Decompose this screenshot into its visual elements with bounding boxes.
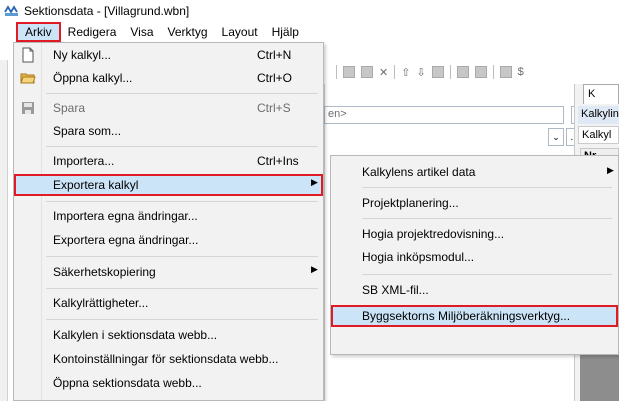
submenu-arrow-icon: ▶ — [311, 264, 318, 274]
submenu-item-sb-xml[interactable]: SB XML-fil... — [331, 279, 618, 301]
submenu-item-hogia-inkopsmodul[interactable]: Hogia inköpsmodul... — [331, 246, 618, 268]
menu-item-spara-som[interactable]: Spara som... — [14, 120, 323, 142]
menu-item-spara[interactable]: Spara Ctrl+S — [14, 97, 323, 119]
toolbar-move-up-icon[interactable]: ⇧ — [401, 66, 410, 79]
submenu-item-label: Kalkylens artikel data — [362, 165, 476, 179]
menu-item-label: Kontoinställningar för sektionsdata webb… — [53, 352, 279, 366]
menu-item-ny-kalkyl[interactable]: Ny kalkyl... Ctrl+N — [14, 44, 323, 66]
menu-bar: Arkiv Redigera Visa Verktyg Layout Hjälp — [0, 22, 619, 42]
menu-item-exportera-egna[interactable]: Exportera egna ändringar... — [14, 229, 323, 251]
menu-item-label: Öppna kalkyl... — [53, 71, 133, 85]
toolbar-currency-icon[interactable]: $ — [518, 66, 524, 78]
menu-item-sakerhetskopiering[interactable]: Säkerhetskopiering ▶ — [14, 261, 323, 283]
menu-item-kalkylrattigheter[interactable]: Kalkylrättigheter... — [14, 292, 323, 314]
submenu-item-hogia-projektredovisning[interactable]: Hogia projektredovisning... — [331, 223, 618, 245]
toolbar-separator — [449, 65, 451, 79]
arkiv-menu: Ny kalkyl... Ctrl+N Öppna kalkyl... Ctrl… — [13, 42, 324, 401]
menu-item-label: Exportera kalkyl — [53, 178, 139, 192]
export-submenu: Kalkylens artikel data ▶ Projektplanerin… — [330, 155, 619, 355]
menu-separator — [362, 274, 612, 275]
submenu-arrow-icon: ▶ — [607, 165, 614, 175]
submenu-arrow-icon: ▶ — [311, 177, 318, 187]
save-icon — [22, 102, 34, 114]
menu-item-kalkylen-webb[interactable]: Kalkylen i sektionsdata webb... — [14, 324, 323, 346]
kalkyl-label: Kalkyl — [578, 126, 619, 144]
toolbar-paste-icon[interactable] — [361, 66, 373, 78]
tab-kalkyl-label: K — [588, 88, 596, 100]
menu-item-shortcut: Ctrl+Ins — [257, 154, 299, 168]
combo-dropdown-icon[interactable]: ⌄ — [548, 128, 564, 146]
submenu-item-label: SB XML-fil... — [362, 283, 429, 297]
submenu-item-projektplanering[interactable]: Projektplanering... — [331, 192, 618, 214]
menu-item-shortcut: Ctrl+N — [257, 48, 292, 62]
title-bar: Sektionsdata - [Villagrund.wbn] — [0, 0, 619, 22]
toolbar: ✕ ⇧ ⇩ $ — [324, 60, 619, 84]
menu-separator — [46, 288, 318, 289]
open-folder-icon — [20, 73, 36, 84]
menu-layout[interactable]: Layout — [215, 22, 265, 42]
submenu-item-artikel-data[interactable]: Kalkylens artikel data ▶ — [331, 161, 618, 183]
window-title: Sektionsdata - [Villagrund.wbn] — [24, 4, 190, 18]
menu-item-label: Importera... — [53, 154, 115, 168]
menu-item-label: Spara som... — [53, 124, 122, 138]
kalkylin-label: Kalkylin — [578, 106, 619, 124]
submenu-item-label: Byggsektorns Miljöberäkningsverktyg... — [362, 309, 571, 323]
menu-item-importera[interactable]: Importera... Ctrl+Ins — [14, 150, 323, 172]
filter-field[interactable]: en> — [324, 106, 564, 124]
menu-separator — [46, 319, 318, 320]
menu-item-label: Öppna sektionsdata webb... — [53, 376, 202, 390]
menu-separator — [46, 256, 318, 257]
menu-item-importera-egna[interactable]: Importera egna ändringar... — [14, 205, 323, 227]
tab-kalkyl[interactable]: K — [583, 84, 619, 104]
menu-redigera[interactable]: Redigera — [61, 22, 124, 42]
toolbar-tool2-icon[interactable] — [474, 66, 487, 78]
toolbar-move-down-icon[interactable]: ⇩ — [416, 66, 425, 79]
menu-separator — [362, 187, 612, 188]
toolbar-separator — [336, 65, 337, 79]
toolbar-tool-icon[interactable] — [456, 66, 469, 78]
menu-separator — [46, 146, 318, 147]
menu-item-exportera-kalkyl[interactable]: Exportera kalkyl ▶ — [14, 174, 323, 196]
menu-hjalp[interactable]: Hjälp — [265, 22, 306, 42]
menu-item-oppna-kalkyl[interactable]: Öppna kalkyl... Ctrl+O — [14, 67, 323, 89]
menu-separator — [46, 201, 318, 202]
menu-item-label: Kalkylen i sektionsdata webb... — [53, 328, 218, 342]
menu-arkiv[interactable]: Arkiv — [16, 22, 61, 42]
menu-item-label: Ny kalkyl... — [53, 48, 112, 62]
menu-separator — [46, 93, 318, 94]
submenu-item-label: Projektplanering... — [362, 196, 459, 210]
menu-item-shortcut: Ctrl+S — [257, 101, 291, 115]
submenu-item-label: Hogia inköpsmodul... — [362, 250, 475, 264]
toolbar-separator — [394, 65, 396, 79]
menu-item-label: Kalkylrättigheter... — [53, 296, 149, 310]
new-document-icon — [22, 47, 34, 63]
menu-visa[interactable]: Visa — [123, 22, 160, 42]
menu-item-label: Importera egna ändringar... — [53, 209, 198, 223]
toolbar-color-icon[interactable] — [431, 66, 444, 78]
menu-item-label: Spara — [53, 101, 86, 115]
toolbar-chart-icon[interactable] — [499, 66, 512, 78]
toolbar-copy-icon[interactable] — [343, 66, 355, 78]
menu-verktyg[interactable]: Verktyg — [161, 22, 215, 42]
left-panel-edge — [0, 60, 8, 401]
menu-item-label: Säkerhetskopiering — [53, 265, 156, 279]
toolbar-separator — [492, 65, 494, 79]
app-logo-icon — [4, 5, 18, 16]
submenu-item-miljoberakningsverktyg[interactable]: Byggsektorns Miljöberäkningsverktyg... — [331, 305, 618, 327]
menu-item-shortcut: Ctrl+O — [257, 71, 293, 85]
filter-field-text: en> — [328, 108, 347, 120]
menu-separator — [362, 218, 612, 219]
menu-item-kontoinstallningar[interactable]: Kontoinställningar för sektionsdata webb… — [14, 348, 323, 370]
menu-item-oppna-webb[interactable]: Öppna sektionsdata webb... — [14, 372, 323, 394]
toolbar-delete-icon[interactable]: ✕ — [379, 66, 388, 79]
menu-item-label: Exportera egna ändringar... — [53, 233, 199, 247]
submenu-item-label: Hogia projektredovisning... — [362, 227, 505, 241]
